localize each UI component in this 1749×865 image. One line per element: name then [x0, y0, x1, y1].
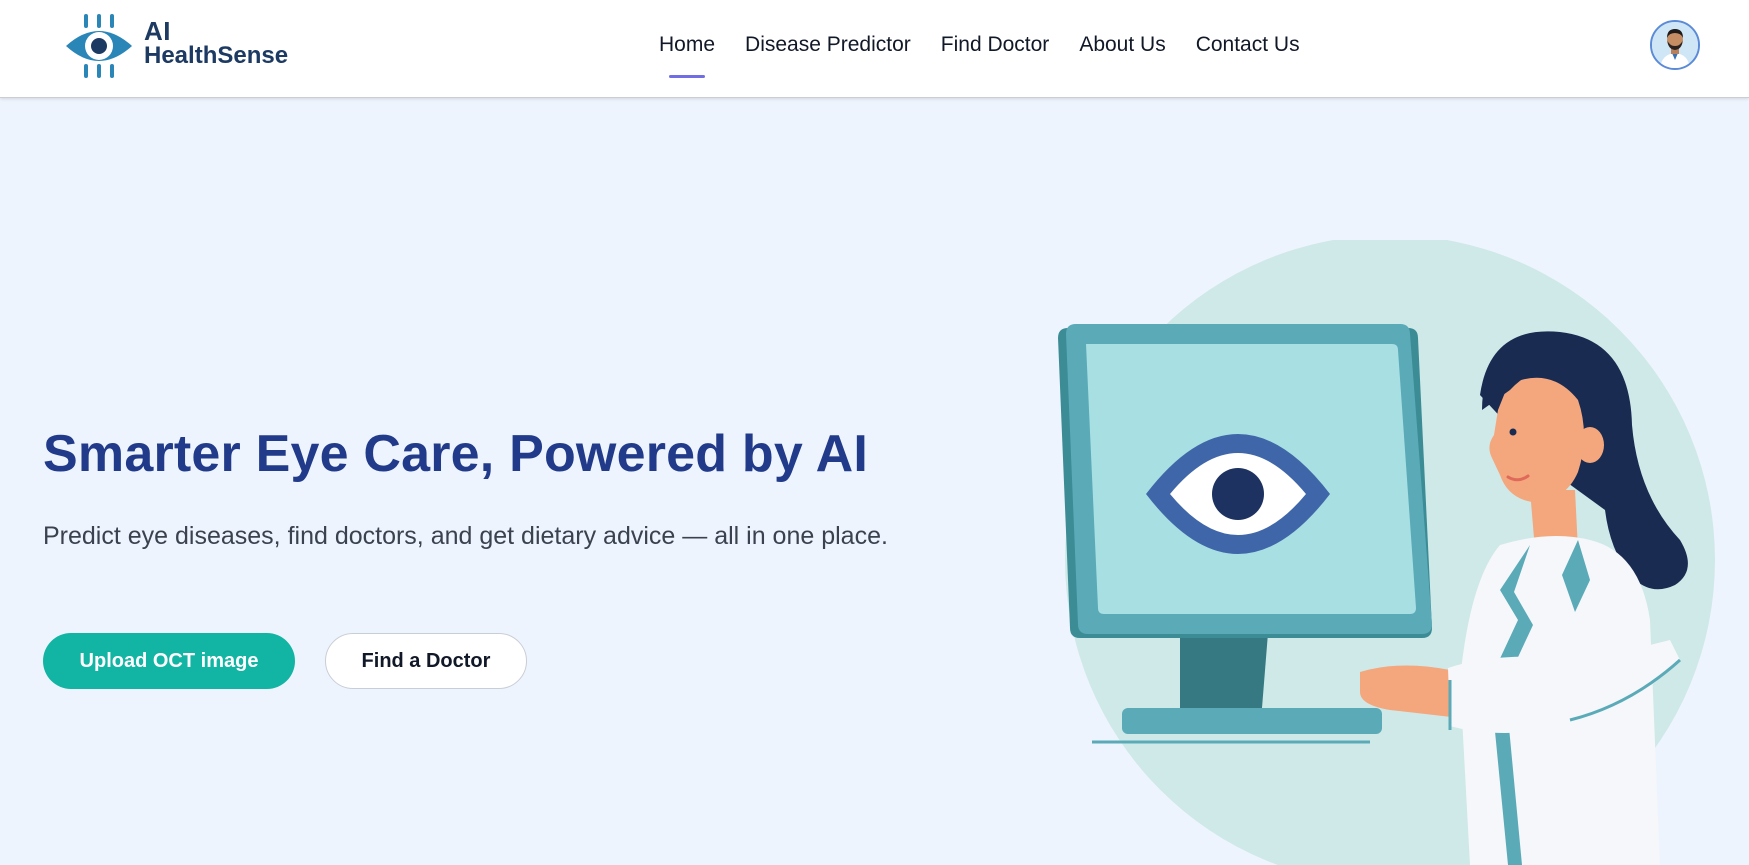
- doctor-monitor-eye-illustration: [1058, 240, 1715, 865]
- user-avatar-icon: [1652, 22, 1698, 68]
- main-nav: Home Disease Predictor Find Doctor About…: [644, 30, 1315, 70]
- nav-home[interactable]: Home: [644, 30, 730, 70]
- upload-oct-image-button[interactable]: Upload OCT image: [43, 633, 295, 689]
- brand-name-line2: HealthSense: [144, 42, 289, 69]
- nav-about-us[interactable]: About Us: [1064, 30, 1180, 70]
- nav-find-doctor[interactable]: Find Doctor: [926, 30, 1065, 70]
- top-navbar: AI HealthSense Home Disease Predictor Fi…: [0, 0, 1749, 98]
- eye-chip-logo-icon: [66, 14, 132, 78]
- hero-title: Smarter Eye Care, Powered by AI: [43, 425, 869, 483]
- brand-logo[interactable]: AI HealthSense: [64, 12, 304, 78]
- user-avatar[interactable]: [1650, 20, 1700, 70]
- nav-contact-us[interactable]: Contact Us: [1181, 30, 1315, 70]
- find-a-doctor-button[interactable]: Find a Doctor: [325, 633, 527, 689]
- nav-disease-predictor[interactable]: Disease Predictor: [730, 30, 926, 70]
- hero-subtitle: Predict eye diseases, find doctors, and …: [43, 522, 888, 550]
